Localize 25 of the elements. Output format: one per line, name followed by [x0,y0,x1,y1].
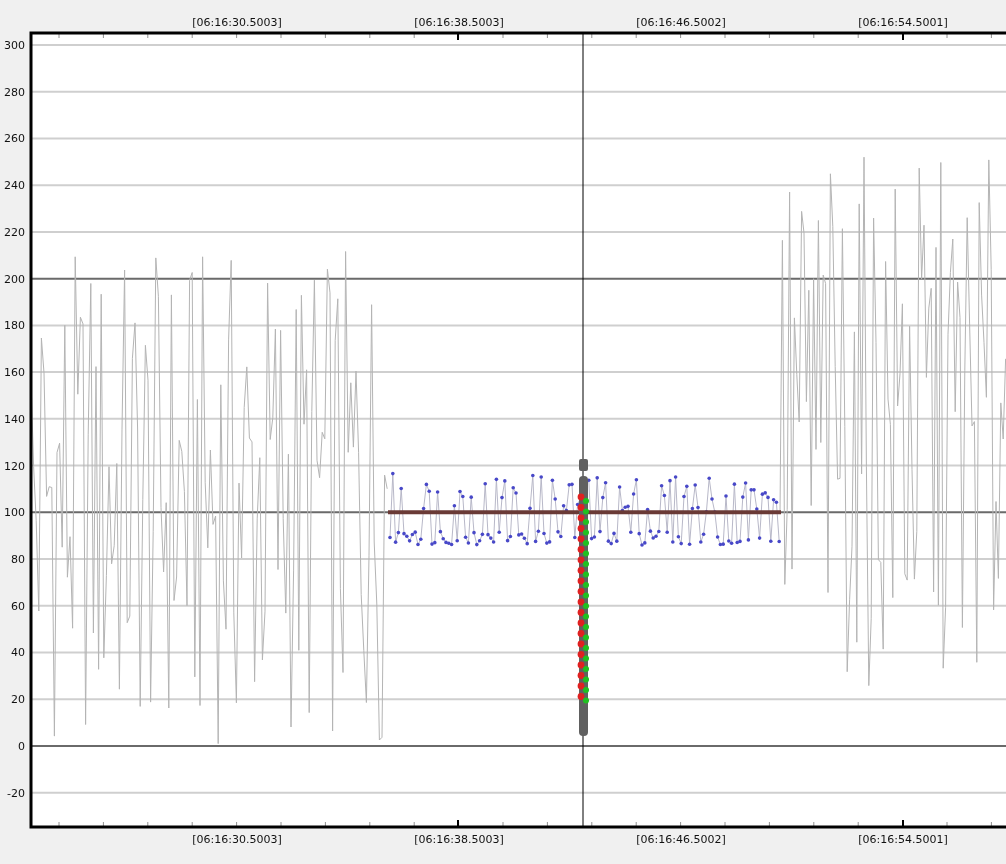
axis-label: [06:16:54.5001] [858,833,948,846]
axis-label: [06:16:38.5003] [414,833,504,846]
axis-label: 100 [4,506,25,520]
axis-label: 120 [4,459,25,473]
axis-label: 200 [4,272,25,286]
axis-label: [06:16:30.5003] [192,16,282,29]
axis-label: [06:16:30.5003] [192,833,282,846]
axis-label: 300 [4,39,25,52]
axis-label: 240 [4,179,25,193]
axis-label: 220 [4,225,25,239]
axis-label: 280 [4,85,25,99]
axis-label: 20 [11,693,25,707]
axis-label: 0 [18,739,25,753]
axis-label: 60 [11,599,25,613]
axis-label: [06:16:38.5003] [414,16,504,29]
axis-label: [06:16:46.5002] [636,833,726,846]
axis-label: [06:16:46.5002] [636,16,726,29]
axis-label: 80 [11,553,25,567]
axis-label: 260 [4,132,25,146]
axis-label: -20 [7,786,25,800]
axis-label: 40 [11,646,25,660]
axis-label: 160 [4,366,25,380]
axis-label: [06:16:54.5001] [858,16,948,29]
axis-label: 180 [4,319,25,333]
axis-label: 140 [4,412,25,426]
